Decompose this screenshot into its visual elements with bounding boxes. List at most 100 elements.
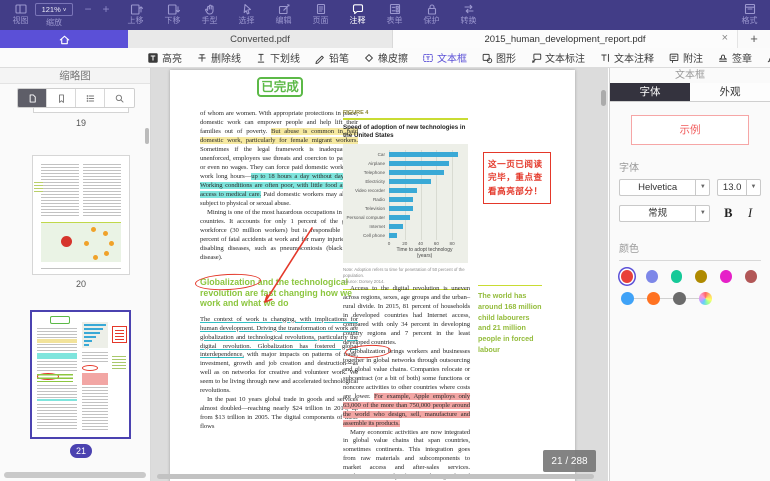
annotation-tool-note[interactable]: 附注 xyxy=(661,48,710,68)
list-icon xyxy=(85,93,96,104)
annotation-tool-eraser[interactable]: 橡皮擦 xyxy=(356,48,415,68)
chart-category-label: Electricity xyxy=(345,179,389,184)
chevron-down-icon: ▼ xyxy=(695,206,709,221)
font-size-select[interactable]: 13.0 ▼ xyxy=(717,179,761,196)
toolbar-mode-page-up[interactable]: 上移 xyxy=(117,0,154,30)
sidebar-tab-outline[interactable] xyxy=(76,89,105,107)
toolbar-mode-protect[interactable]: 保护 xyxy=(413,0,450,30)
annotation-tool-highlight[interactable]: 高亮 xyxy=(140,48,189,68)
toolbar-mode-convert[interactable]: 转换 xyxy=(450,0,487,30)
annotation-toolbar: 高亮删除线下划线铅笔橡皮擦文本框图形文本标注文本注释附注签章签名 xyxy=(0,48,770,68)
page-up-icon xyxy=(117,0,154,16)
annotation-tool-typewriter[interactable]: 文本注释 xyxy=(592,48,661,68)
color-swatch-row-1 xyxy=(621,270,770,283)
sidebar-title: 缩略图 xyxy=(0,68,150,84)
page-right-column: Access to the digital revolution is unev… xyxy=(343,285,470,481)
form-icon xyxy=(376,0,413,16)
document-viewport[interactable]: 已完成 of whom are women. With appropriate … xyxy=(151,68,608,481)
document-tab-converted[interactable]: Converted.pdf xyxy=(128,30,393,48)
page-left-column: of whom are women. With appropriate prot… xyxy=(200,110,358,432)
annotation-tool-strikeout[interactable]: 删除线 xyxy=(189,48,248,68)
annotation-tool-signature[interactable]: 签名 xyxy=(759,48,770,68)
font-section-label: 字体 xyxy=(619,159,770,174)
document-horizontal-scrollbar[interactable] xyxy=(157,474,594,479)
color-swatch[interactable] xyxy=(646,270,658,283)
tab-bar: Converted.pdf 2015_human_development_rep… xyxy=(0,30,770,48)
convert-icon xyxy=(450,0,487,16)
figure-title: Speed of adoption of new technologies in… xyxy=(343,124,468,140)
toolbar-mode-edit[interactable]: 编辑 xyxy=(265,0,302,30)
color-swatch[interactable] xyxy=(745,270,757,283)
font-preview-box: 示例 xyxy=(631,115,749,145)
margin-quote: The world has around 168 million child l… xyxy=(478,285,542,356)
color-swatch[interactable] xyxy=(621,270,633,283)
chart-bar xyxy=(389,197,413,202)
document-tab-hdr-report[interactable]: 2015_human_development_report.pdf × xyxy=(393,30,737,48)
thumbnail-diagram xyxy=(41,222,121,262)
bold-button[interactable]: B xyxy=(717,206,739,221)
ellipse-annotation[interactable]: Globalization xyxy=(200,277,255,287)
section-heading: Globalization and the technological revo… xyxy=(200,277,358,308)
zoom-out-button[interactable]: − xyxy=(81,2,95,16)
textbox-icon xyxy=(422,52,434,64)
sidebar-tab-search[interactable] xyxy=(105,89,134,107)
panel-tab-appearance[interactable]: 外观 xyxy=(690,83,770,101)
text-box-annotation[interactable]: 这一页已阅读完毕，重点查看高亮部分！ xyxy=(483,152,551,204)
color-swatch[interactable] xyxy=(720,270,732,283)
chart-category-label: Airplane xyxy=(345,161,389,166)
chart-category-label: Internet xyxy=(345,224,389,229)
sidebar-tab-thumbnails[interactable] xyxy=(18,89,47,107)
thumbnail-page-19[interactable] xyxy=(33,108,129,113)
annotation-tool-shapes[interactable]: 图形 xyxy=(474,48,523,68)
document-vertical-scrollbar[interactable] xyxy=(601,90,606,106)
thumbnail-label-19: 19 xyxy=(33,118,129,128)
bar-chart: CarAirplaneTelephoneElectricityVideo rec… xyxy=(343,144,468,263)
thumbnail-page-21-selected[interactable] xyxy=(32,312,129,437)
new-tab-button[interactable]: + xyxy=(737,30,770,48)
sidebar-tab-bookmarks[interactable] xyxy=(47,89,76,107)
color-swatch[interactable] xyxy=(647,292,660,305)
zoom-in-button[interactable]: + xyxy=(99,2,113,16)
paragraph: In the past 10 years global trade in goo… xyxy=(200,396,358,432)
typewriter-icon xyxy=(599,52,611,64)
font-family-select[interactable]: Helvetica ▼ xyxy=(619,179,710,196)
annotation-tool-callout[interactable]: 文本标注 xyxy=(523,48,592,68)
toolbar-mode-pages[interactable]: 页面 xyxy=(302,0,339,30)
custom-color-picker[interactable] xyxy=(699,292,712,305)
color-swatch[interactable] xyxy=(695,270,707,283)
completed-stamp[interactable]: 已完成 xyxy=(257,77,303,97)
close-tab-icon[interactable]: × xyxy=(722,32,728,44)
ellipse-annotation[interactable]: Globalization xyxy=(350,348,385,355)
font-style-select[interactable]: 常规 ▼ xyxy=(619,205,710,222)
color-swatch[interactable] xyxy=(671,270,683,283)
annotation-tool-underline[interactable]: 下划线 xyxy=(248,48,307,68)
annotation-tool-textbox[interactable]: 文本框 xyxy=(415,48,474,68)
textbox-properties-panel: 文本框 字体 外观 示例 字体 Helvetica ▼ 13.0 ▼ 常规 ▼ … xyxy=(609,68,770,481)
toolbar-mode-form[interactable]: 表单 xyxy=(376,0,413,30)
color-swatch[interactable] xyxy=(673,292,686,305)
search-icon xyxy=(114,93,125,104)
sidebar-horizontal-scrollbar[interactable] xyxy=(4,472,146,478)
page-indicator: 21 / 288 xyxy=(543,450,596,472)
paragraph: of whom are women. With appropriate prot… xyxy=(200,110,358,209)
toolbar-mode-page-down[interactable]: 下移 xyxy=(154,0,191,30)
toolbar-mode-select[interactable]: 选择 xyxy=(228,0,265,30)
comment-icon xyxy=(339,0,376,16)
stamp-icon xyxy=(717,52,729,64)
chart-category-label: Telephone xyxy=(345,170,389,175)
sidebar-vertical-scrollbar[interactable] xyxy=(145,128,149,144)
chart-bar xyxy=(389,188,417,193)
panel-tab-font[interactable]: 字体 xyxy=(610,83,690,101)
home-tab-button[interactable] xyxy=(0,30,128,48)
toolbar-mode-comment[interactable]: 注释 xyxy=(339,0,376,30)
italic-button[interactable]: I xyxy=(739,206,761,221)
annotation-tool-stamp[interactable]: 签章 xyxy=(710,48,759,68)
zoom-level-dropdown[interactable]: 121% ˅ xyxy=(35,3,73,16)
chart-bar xyxy=(389,161,449,166)
chart-bar xyxy=(389,215,410,220)
toolbar-mode-hand[interactable]: 手型 xyxy=(191,0,228,30)
format-panel-button[interactable]: 格式 xyxy=(731,0,768,30)
annotation-tool-pencil[interactable]: 铅笔 xyxy=(307,48,356,68)
color-swatch[interactable] xyxy=(621,292,634,305)
thumbnail-page-20[interactable] xyxy=(33,156,129,274)
